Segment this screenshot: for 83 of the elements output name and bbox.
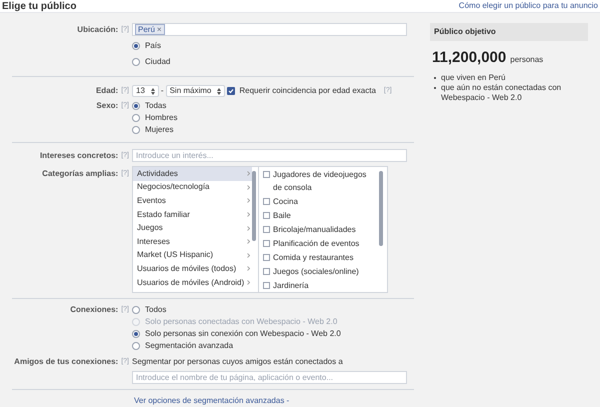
interest-input[interactable]: Introduce un interés... [132, 149, 407, 162]
checkbox-label: Requerir coincidencia por edad exacta [239, 85, 376, 97]
checkbox[interactable] [263, 198, 270, 205]
field-label: Ubicación: [77, 24, 118, 36]
chevron-right-icon [247, 239, 250, 244]
token-text: Perú [138, 25, 155, 34]
checkbox[interactable] [263, 268, 270, 275]
checkbox-label: Juegos (sociales/online) [273, 266, 360, 278]
checkbox[interactable] [263, 282, 270, 289]
friends-description: Segmentar por personas cuyos amigos están conectados a [132, 356, 344, 368]
scrollbar[interactable] [379, 171, 383, 246]
radio-label: Todas [145, 100, 166, 112]
checkbox[interactable] [263, 212, 270, 219]
chevron-right-icon [247, 266, 250, 272]
radio-label: Hombres [145, 112, 178, 124]
radio-button[interactable] [132, 102, 140, 110]
field-label: Amigos de tus conexiones: [14, 356, 118, 368]
field-label: Conexiones: [70, 304, 118, 316]
checkbox-label: Jugadores de videojuegos de consola [273, 169, 368, 194]
field-label: Sexo: [96, 100, 118, 112]
checkbox-label: Planificación de eventos [273, 238, 360, 250]
radio-label: Solo personas sin conexión con Webespacio - Web 2.0 [145, 328, 341, 340]
checkbox-label: Baile [273, 210, 292, 222]
advanced-options-link[interactable]: Ver opciones de segmentación avanzadas - [134, 396, 290, 405]
category-item[interactable]: Negocios/tecnología [133, 180, 252, 194]
radio-button[interactable] [132, 114, 140, 122]
checkbox[interactable] [263, 254, 270, 261]
stepper-icon [217, 88, 222, 94]
radio-label: País [145, 40, 162, 52]
min-age-select[interactable]: 13 [132, 85, 159, 97]
max-age-select[interactable]: Sin máximo [166, 85, 226, 97]
connection-input[interactable]: Introduce el nombre de tu página, aplicación o evento... [132, 371, 407, 384]
checkbox-label: Jardinería [273, 280, 310, 292]
radio-label: Mujeres [145, 124, 174, 136]
chevron-right-icon [247, 252, 250, 258]
checkbox[interactable] [263, 171, 270, 178]
chevron-right-icon [247, 280, 250, 286]
category-item[interactable]: Intereses [133, 234, 252, 249]
checkbox-label: Cocina [273, 196, 299, 208]
category-item[interactable]: Usuarios de móviles (Android) [133, 276, 252, 290]
stepper-icon [150, 88, 155, 94]
radio-button[interactable] [132, 42, 140, 50]
radio-button[interactable] [132, 126, 140, 134]
checkbox[interactable] [263, 240, 270, 247]
field-label: Categorías amplias: [42, 168, 118, 180]
category-item[interactable]: Market (US Hispanic) [133, 248, 252, 262]
location-field[interactable]: Perú × [132, 23, 407, 36]
chevron-right-icon [247, 226, 250, 231]
audience-criterion: que viven en Perú [441, 72, 506, 82]
category-item[interactable]: Estado familiar [133, 208, 252, 222]
audience-count: 11,200,000 [432, 48, 506, 68]
radio-label: Solo personas conectadas con Webespacio - Web 2.0 [145, 316, 338, 328]
chevron-right-icon [247, 198, 250, 204]
radio-button[interactable] [132, 58, 140, 66]
radio-button[interactable] [132, 342, 140, 350]
radio-button[interactable] [132, 330, 140, 338]
panel-header: Público objetivo [430, 23, 588, 41]
scrollbar[interactable] [252, 171, 256, 241]
category-item[interactable]: Actividades [133, 167, 252, 181]
checkbox-label: Comida y restaurantes [273, 252, 354, 264]
chevron-right-icon [247, 184, 250, 190]
category-item[interactable]: Usuarios de móviles (todos) [133, 262, 252, 276]
field-label: Edad: [96, 85, 118, 97]
category-item[interactable]: Juegos [133, 221, 252, 235]
field-label: Intereses concretos: [40, 150, 118, 162]
chevron-right-icon [247, 212, 250, 218]
radio-label: Ciudad [145, 56, 170, 68]
age-separator: - [160, 85, 164, 97]
radio-button[interactable] [132, 306, 140, 314]
check-icon [228, 88, 234, 94]
location-token[interactable]: Perú × [135, 24, 165, 35]
audience-unit: personas [510, 54, 544, 66]
token-remove[interactable]: × [156, 25, 162, 34]
checkbox[interactable] [227, 87, 236, 95]
checkbox[interactable] [263, 226, 270, 233]
radio-label: Segmentación avanzada [145, 340, 234, 352]
checkbox-label: Bricolaje/manualidades [273, 224, 357, 236]
page-title: Elige tu público [2, 0, 76, 14]
help-link[interactable]: Cómo elegir un público para tu anuncio [458, 0, 598, 12]
audience-criterion: que aún no están conectadas con Webespacio - Web 2.0 [441, 82, 562, 102]
chevron-right-icon [247, 171, 250, 176]
radio-label: Todos [145, 304, 166, 316]
category-item[interactable]: Eventos [133, 194, 252, 208]
